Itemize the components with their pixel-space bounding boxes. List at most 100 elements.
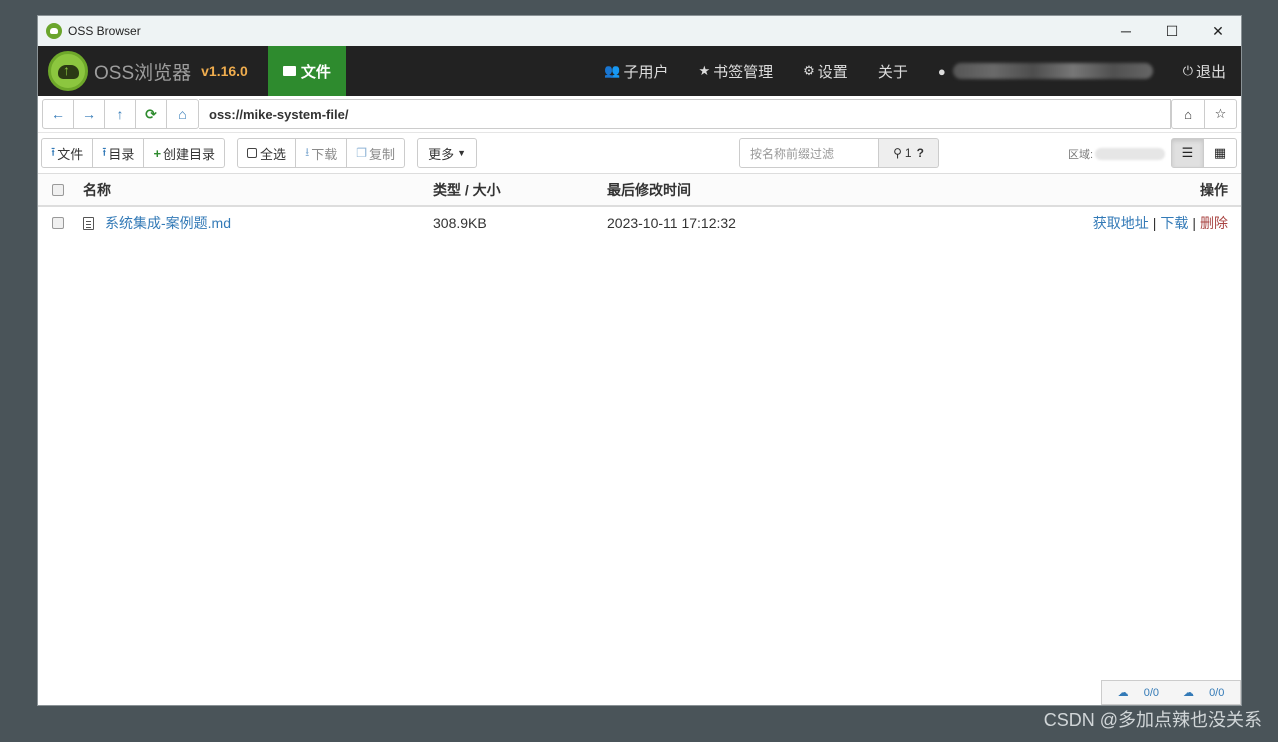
action-separator: | xyxy=(1152,215,1157,231)
select-all-label: 全选 xyxy=(260,146,287,162)
upload-icon: ⭱ xyxy=(51,144,56,159)
upload-count: 0/0 xyxy=(1143,687,1159,699)
maximize-button[interactable]: ☐ xyxy=(1149,16,1195,46)
filter-count-button[interactable]: ⚲ 1 ? xyxy=(879,138,939,168)
download-count: 0/0 xyxy=(1209,687,1225,699)
upload-group: ⭱ 文件 ⭱ 目录 + 创建目录 xyxy=(41,138,226,168)
upload-file-label: 文件 xyxy=(57,146,84,162)
oss-logo-icon xyxy=(48,51,88,91)
row-checkbox[interactable] xyxy=(52,217,64,229)
search-icon: ⚲ xyxy=(893,146,902,160)
title-bar: OSS Browser ─ ☐ ✕ xyxy=(38,16,1241,46)
nav-settings-label: 设置 xyxy=(817,63,848,81)
version-label: v1.16.0 xyxy=(201,63,248,79)
back-arrow-icon[interactable]: ← xyxy=(43,100,74,128)
nav-bookmarks[interactable]: ★ 书签管理 xyxy=(683,46,788,96)
filter-input[interactable]: 按名称前缀过滤 xyxy=(739,138,879,168)
download-link[interactable]: 下载 xyxy=(1160,215,1188,231)
cloud-download-icon: ☁ xyxy=(1183,687,1194,699)
select-all-button[interactable]: 全选 xyxy=(238,139,295,167)
home-icon[interactable]: ⌂ xyxy=(167,100,198,128)
delete-link[interactable]: 删除 xyxy=(1200,215,1228,231)
filter-result-count: 1 xyxy=(904,146,912,160)
nav-settings[interactable]: ⚙ 设置 xyxy=(788,46,863,96)
upload-status: ☁ 0/0 xyxy=(1112,686,1165,699)
create-dir-button[interactable]: + 创建目录 xyxy=(143,139,224,167)
table-row[interactable]: 系统集成-案例题.md 308.9KB 2023-10-11 17:12:32 … xyxy=(38,207,1241,239)
download-status: ☁ 0/0 xyxy=(1177,686,1230,699)
close-button[interactable]: ✕ xyxy=(1195,16,1241,46)
nav-right: 👥 子用户 ★ 书签管理 ⚙ 设置 关于 ● ⏻ 退出 xyxy=(589,46,1241,96)
csdn-watermark: CSDN @多加点辣也没关系 xyxy=(1043,710,1262,730)
get-url-link[interactable]: 获取地址 xyxy=(1093,215,1149,231)
address-right-buttons: ⌂ ☆ xyxy=(1171,99,1237,129)
star-icon: ★ xyxy=(698,63,711,78)
download-label: 下载 xyxy=(311,146,338,162)
app-window: OSS Browser ─ ☐ ✕ OSS浏览器 v1.16.0 文件 👥 子用… xyxy=(37,15,1242,706)
table-header: 名称 类型 / 大小 最后修改时间 操作 xyxy=(38,173,1241,207)
region-value-redacted xyxy=(1095,148,1166,160)
view-toggle: ☰ ▦ xyxy=(1171,138,1237,168)
window-controls: ─ ☐ ✕ xyxy=(1103,16,1241,46)
window-title: OSS Browser xyxy=(68,24,141,38)
upload-file-button[interactable]: ⭱ 文件 xyxy=(42,139,92,167)
address-nav-buttons: ← → ↑ ⟳ ⌂ xyxy=(42,99,199,129)
download-button[interactable]: ⭳ 下载 xyxy=(295,139,346,167)
copy-button[interactable]: ❐ 复制 xyxy=(346,139,404,167)
users-icon: 👥 xyxy=(604,63,621,78)
nav-logout[interactable]: ⏻ 退出 xyxy=(1168,46,1241,96)
power-icon: ⏻ xyxy=(1182,63,1193,78)
address-input[interactable]: oss://mike-system-file/ xyxy=(199,99,1171,129)
transfer-status[interactable]: ☁ 0/0 ☁ 0/0 xyxy=(1101,680,1241,705)
forward-arrow-icon[interactable]: → xyxy=(74,100,105,128)
copy-icon: ❐ xyxy=(356,146,368,160)
upload-dir-button[interactable]: ⭱ 目录 xyxy=(92,139,143,167)
file-size: 308.9KB xyxy=(433,215,487,231)
file-name-cell: 系统集成-案例题.md xyxy=(83,213,231,233)
gear-icon: ⚙ xyxy=(803,63,815,78)
row-actions: 获取地址 | 下载 | 删除 xyxy=(1093,213,1228,233)
nav-user[interactable]: ● xyxy=(923,46,1168,96)
brand-name: OSS浏览器 xyxy=(94,62,192,84)
file-toolbar: ⭱ 文件 ⭱ 目录 + 创建目录 全选 ⭳ 下载 ❐ 复制 更多 ▼ 按名称前缀… xyxy=(38,133,1241,173)
file-name-link[interactable]: 系统集成-案例题.md xyxy=(105,215,231,231)
cloud-upload-icon: ☁ xyxy=(1117,687,1129,699)
help-icon: ? xyxy=(916,146,924,160)
nav-bookmarks-label: 书签管理 xyxy=(713,63,774,81)
upload-dir-label: 目录 xyxy=(108,146,135,162)
region-label: 区域: xyxy=(1068,149,1094,161)
bookmark-star-icon[interactable]: ☆ xyxy=(1204,100,1236,128)
set-home-icon[interactable]: ⌂ xyxy=(1172,100,1204,128)
nav-about-label: 关于 xyxy=(877,63,908,81)
refresh-icon[interactable]: ⟳ xyxy=(136,100,167,128)
action-separator: | xyxy=(1192,215,1196,231)
app-logo-icon xyxy=(46,23,62,39)
folder-icon xyxy=(282,66,296,76)
select-all-checkbox[interactable] xyxy=(52,183,64,196)
copy-label: 复制 xyxy=(369,146,396,162)
upload-icon: ⭱ xyxy=(102,144,107,159)
nav-tab-files[interactable]: 文件 xyxy=(267,46,346,96)
nav-tab-files-label: 文件 xyxy=(300,63,331,81)
plus-icon: + xyxy=(153,145,162,161)
selection-group: 全选 ⭳ 下载 ❐ 复制 xyxy=(237,138,406,168)
download-icon: ⭳ xyxy=(305,144,310,159)
nav-sub-users[interactable]: 👥 子用户 xyxy=(589,46,683,96)
header-actions: 操作 xyxy=(1200,181,1228,198)
up-arrow-icon[interactable]: ↑ xyxy=(105,100,136,128)
checkbox-icon xyxy=(247,148,258,158)
filter-group: 按名称前缀过滤 ⚲ 1 ? xyxy=(739,138,939,168)
nav-logout-label: 退出 xyxy=(1195,63,1226,81)
create-dir-label: 创建目录 xyxy=(163,146,216,162)
caret-down-icon: ▼ xyxy=(457,148,466,158)
list-view-icon[interactable]: ☰ xyxy=(1172,139,1204,167)
header-modified: 最后修改时间 xyxy=(607,181,691,198)
nav-about[interactable]: 关于 xyxy=(863,46,923,96)
grid-view-icon[interactable]: ▦ xyxy=(1204,139,1236,167)
nav-sub-users-label: 子用户 xyxy=(623,63,669,81)
user-name-redacted xyxy=(952,63,1153,79)
minimize-button[interactable]: ─ xyxy=(1103,16,1149,46)
header-type-size: 类型 / 大小 xyxy=(433,181,501,198)
more-dropdown[interactable]: 更多 ▼ xyxy=(417,138,477,168)
top-navbar: OSS浏览器 v1.16.0 文件 👥 子用户 ★ 书签管理 ⚙ 设置 关于 ● xyxy=(38,46,1241,96)
